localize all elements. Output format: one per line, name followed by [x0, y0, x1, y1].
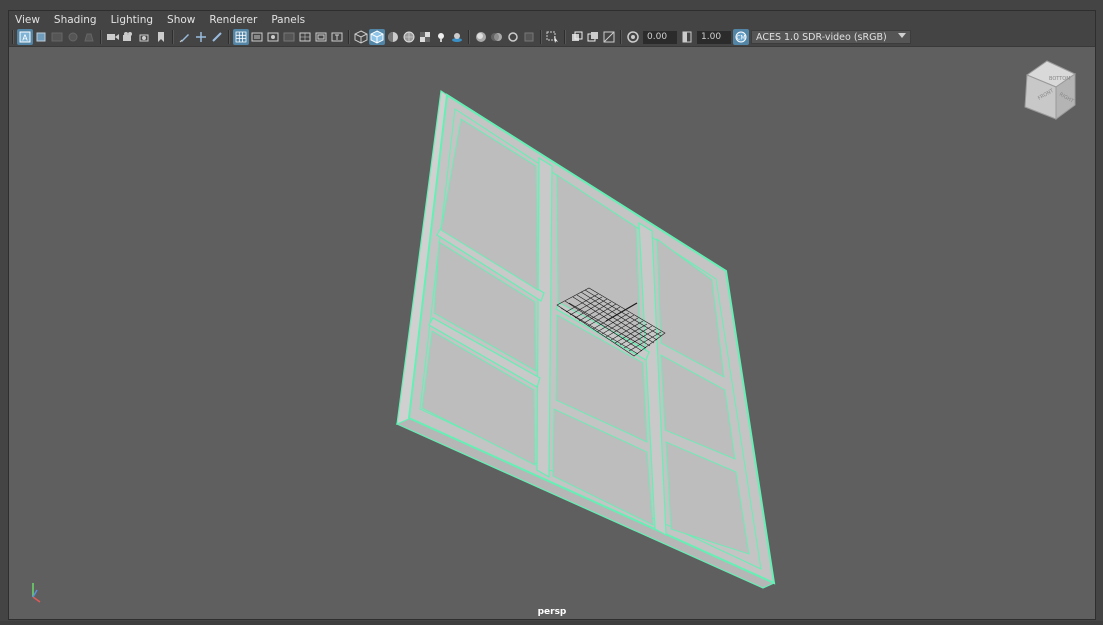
exposure-field[interactable]: 0.00: [643, 30, 677, 44]
brush-icon[interactable]: [209, 29, 225, 45]
color-management-icon[interactable]: CM: [733, 29, 749, 45]
ambient-occlusion-icon[interactable]: [473, 29, 489, 45]
window-frame-mesh[interactable]: [395, 89, 776, 589]
menu-renderer[interactable]: Renderer: [203, 14, 265, 26]
camera-lock-icon[interactable]: [65, 29, 81, 45]
panel-menubar: View Shading Lighting Show Renderer Pane…: [9, 11, 1095, 28]
panel-toolbar: A 0.00 1.00 CM ACES 1.0 SDR-video (sRGB): [9, 28, 1095, 47]
toolbar-divider: [564, 30, 566, 44]
camera-name-label: persp: [537, 607, 567, 617]
camera-sequencer-icon[interactable]: [121, 29, 137, 45]
menu-show[interactable]: Show: [161, 14, 203, 26]
menu-panels[interactable]: Panels: [265, 14, 313, 26]
bottom-strip: [0, 621, 1103, 625]
backface-culling-icon[interactable]: [601, 29, 617, 45]
toolbar-divider: [12, 30, 14, 44]
toolbar-divider: [620, 30, 622, 44]
gamma-field[interactable]: 1.00: [697, 30, 731, 44]
camera-attributes-icon[interactable]: [105, 29, 121, 45]
xray-joints-icon[interactable]: [585, 29, 601, 45]
svg-text:A: A: [22, 34, 28, 43]
textured-icon[interactable]: [417, 29, 433, 45]
menu-shading[interactable]: Shading: [48, 14, 105, 26]
grid-icon[interactable]: [233, 29, 249, 45]
toolbar-divider: [348, 30, 350, 44]
camera-tumble-icon[interactable]: [137, 29, 153, 45]
wireframe-on-shaded-icon[interactable]: [401, 29, 417, 45]
lock-camera-icon[interactable]: [49, 29, 65, 45]
toolbar-divider: [468, 30, 470, 44]
toolbar-divider: [172, 30, 174, 44]
model-panel: View Shading Lighting Show Renderer Pane…: [8, 10, 1096, 620]
xray-icon[interactable]: [569, 29, 585, 45]
2d-pan-zoom-icon[interactable]: [193, 29, 209, 45]
exposure-icon[interactable]: [625, 29, 641, 45]
chevron-down-icon: [898, 33, 906, 38]
isolate-select-icon[interactable]: [545, 29, 561, 45]
film-gate-icon[interactable]: [249, 29, 265, 45]
toolbar-divider: [540, 30, 542, 44]
resolution-gate-icon[interactable]: [265, 29, 281, 45]
image-plane-icon[interactable]: [81, 29, 97, 45]
viewport-scene: FRONT RIGHT BOTTOM: [32, 60, 1077, 603]
camera-frame-icon[interactable]: [33, 29, 49, 45]
depth-of-field-icon[interactable]: [521, 29, 537, 45]
shadows-icon[interactable]: [449, 29, 465, 45]
field-chart-icon[interactable]: [297, 29, 313, 45]
color-space-label: ACES 1.0 SDR-video (sRGB): [756, 31, 887, 43]
safe-action-icon[interactable]: [313, 29, 329, 45]
menu-view[interactable]: View: [9, 14, 48, 26]
wireframe-icon[interactable]: [353, 29, 369, 45]
anti-aliasing-icon[interactable]: [505, 29, 521, 45]
menu-lighting[interactable]: Lighting: [105, 14, 161, 26]
select-camera-icon[interactable]: A: [17, 29, 33, 45]
grease-pencil-icon[interactable]: [177, 29, 193, 45]
lights-icon[interactable]: [433, 29, 449, 45]
gamma-icon[interactable]: [679, 29, 695, 45]
default-material-icon[interactable]: [385, 29, 401, 45]
motion-blur-icon[interactable]: [489, 29, 505, 45]
toolbar-divider: [100, 30, 102, 44]
safe-title-icon[interactable]: [329, 29, 345, 45]
3d-viewport[interactable]: FRONT RIGHT BOTTOM persp: [9, 47, 1095, 619]
axis-gizmo-icon: [32, 583, 41, 603]
view-cube[interactable]: FRONT RIGHT BOTTOM: [1024, 60, 1077, 120]
bookmark-icon[interactable]: [153, 29, 169, 45]
svg-text:CM: CM: [736, 35, 745, 42]
gate-mask-icon[interactable]: [281, 29, 297, 45]
toolbar-divider: [228, 30, 230, 44]
color-space-dropdown[interactable]: ACES 1.0 SDR-video (sRGB): [751, 30, 911, 44]
view-cube-bottom-label: BOTTOM: [1049, 76, 1071, 82]
smooth-shade-icon[interactable]: [369, 29, 385, 45]
